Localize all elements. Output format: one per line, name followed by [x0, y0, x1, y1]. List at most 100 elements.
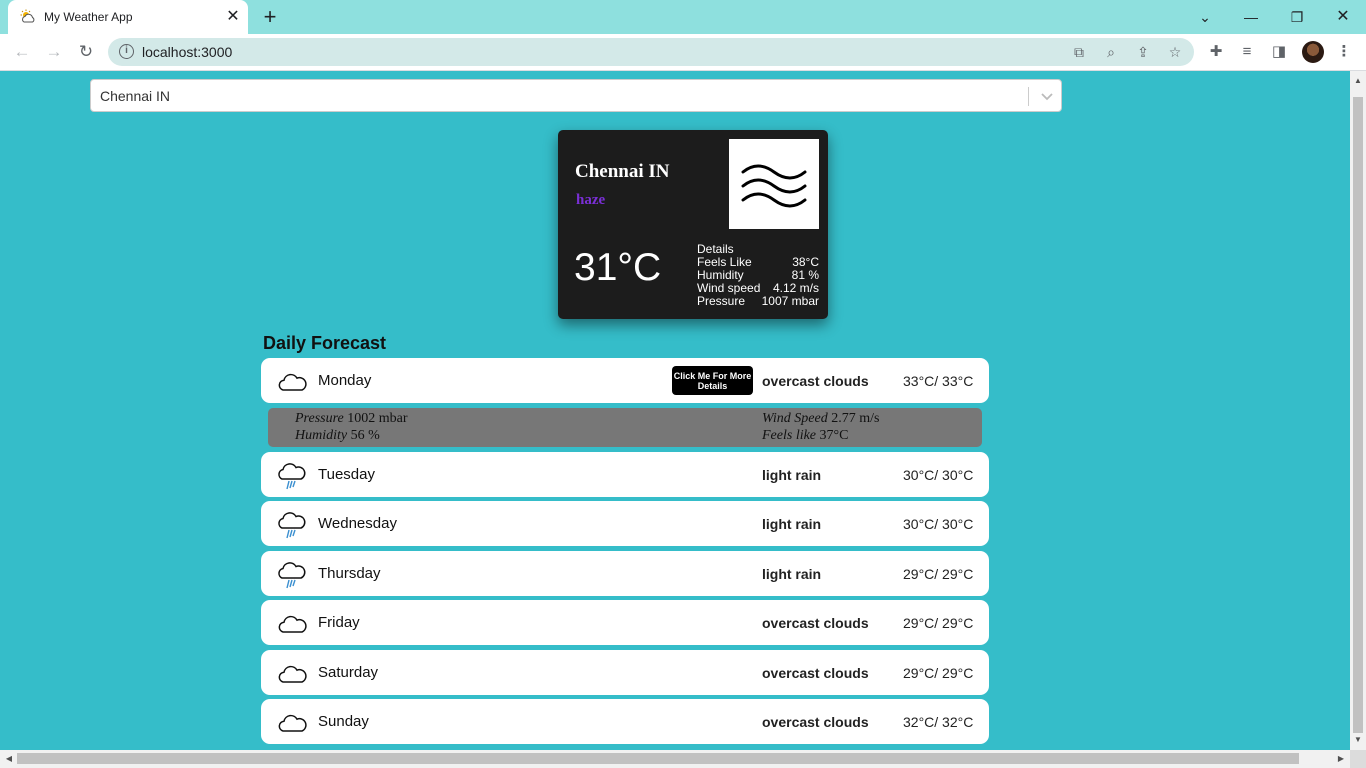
forecast-day-row[interactable]: Thursday light rain 29°C/ 29°C: [261, 551, 989, 596]
pressure-label: Pressure: [295, 411, 344, 426]
forecast-day-row[interactable]: Friday overcast clouds 29°C/ 29°C: [261, 600, 989, 645]
day-name: Thursday: [318, 565, 381, 582]
pressure-detail: Pressure 1002 mbar: [295, 411, 408, 427]
tab-strip: My Weather App ✕ + ⌄ — ❐ ✕: [0, 0, 1366, 34]
new-tab-button[interactable]: +: [258, 5, 282, 29]
day-description: overcast clouds: [762, 665, 869, 681]
day-name: Sunday: [318, 713, 369, 730]
horizontal-scroll-thumb[interactable]: [17, 753, 1299, 764]
daily-forecast-title: Daily Forecast: [263, 333, 387, 353]
share-icon[interactable]: ⇪: [1133, 42, 1153, 62]
day-temperature: 29°C/ 29°C: [903, 615, 974, 631]
haze-icon: [741, 164, 807, 208]
page-viewport: Chennai IN Chennai IN haze 31°C Details …: [0, 71, 1350, 750]
url-text[interactable]: localhost:3000: [142, 44, 232, 60]
day-temperature: 33°C/ 33°C: [903, 373, 974, 389]
menu-icon[interactable]: ⋮: [1334, 42, 1354, 62]
forward-button[interactable]: →: [42, 40, 66, 64]
city-select-value[interactable]: Chennai IN: [100, 88, 170, 104]
zoom-icon[interactable]: ⌕: [1101, 42, 1121, 62]
media-control-icon[interactable]: ≡: [1237, 42, 1257, 62]
forecast-day-row[interactable]: Monday Click Me For More Details overcas…: [261, 358, 989, 403]
scroll-left-arrow-icon[interactable]: ◀: [1, 751, 17, 767]
browser-toolbar: ← → ↻ i localhost:3000 ⧉ ⌕ ⇪ ☆ ✚ ≡ ◨ ⋮: [0, 34, 1366, 71]
profile-avatar[interactable]: [1302, 41, 1324, 63]
feels-like-value: 37°C: [819, 428, 849, 443]
wind-speed-value: 2.77 m/s: [831, 411, 880, 426]
back-button[interactable]: ←: [10, 40, 34, 64]
close-window-button[interactable]: ✕: [1331, 5, 1355, 29]
day-name: Saturday: [318, 664, 379, 681]
cloud-icon: [278, 615, 307, 633]
minimize-button[interactable]: —: [1239, 5, 1263, 29]
rain-icon: [278, 562, 306, 589]
current-city: Chennai IN: [575, 161, 670, 182]
expanded-details-panel: Pressure 1002 mbar Humidity 56 % Wind Sp…: [268, 408, 982, 447]
pressure-value: 1002 mbar: [347, 411, 408, 426]
rain-icon: [278, 463, 306, 490]
day-name: Wednesday: [318, 515, 397, 532]
day-description: overcast clouds: [762, 373, 869, 389]
side-panel-icon[interactable]: ◨: [1269, 42, 1289, 62]
day-description: light rain: [762, 516, 822, 532]
humidity-detail: Humidity 56 %: [295, 428, 380, 444]
feels-like-detail: Feels like 37°C: [762, 428, 848, 444]
forecast-day-row[interactable]: Saturday overcast clouds 29°C/ 29°C: [261, 650, 989, 695]
tab-close-icon[interactable]: ✕: [224, 8, 242, 26]
day-description: light rain: [762, 566, 822, 582]
details-panel: Details Feels Like 38°C Humidity 81 % Wi…: [697, 243, 819, 308]
more-details-button[interactable]: Click Me For More Details: [672, 366, 753, 395]
tab-title: My Weather App: [44, 10, 133, 24]
weather-favicon-icon: [20, 9, 35, 23]
day-temperature: 32°C/ 32°C: [903, 714, 974, 730]
chevron-down-icon[interactable]: [1037, 86, 1057, 106]
humidity-label: Humidity: [295, 428, 348, 443]
detail-label: Pressure: [697, 294, 746, 308]
tab-search-icon[interactable]: ⌄: [1193, 5, 1217, 29]
detail-value: 1007 mbar: [761, 294, 819, 308]
scroll-down-arrow-icon[interactable]: ▼: [1350, 732, 1366, 748]
day-temperature: 29°C/ 29°C: [903, 665, 974, 681]
vertical-scroll-thumb[interactable]: [1353, 97, 1363, 733]
day-description: overcast clouds: [762, 714, 869, 730]
detail-row-pressure: Pressure 1007 mbar: [697, 295, 819, 308]
restore-button[interactable]: ❐: [1285, 5, 1309, 29]
day-description: light rain: [762, 467, 822, 483]
current-weather-card: Chennai IN haze 31°C Details Feels Like …: [558, 130, 828, 319]
browser-tab[interactable]: My Weather App ✕: [8, 0, 248, 34]
rain-icon: [278, 512, 306, 539]
forecast-day-row[interactable]: Sunday overcast clouds 32°C/ 32°C: [261, 699, 989, 744]
address-bar[interactable]: i localhost:3000 ⧉ ⌕ ⇪ ☆: [108, 38, 1194, 66]
forecast-day-row[interactable]: Wednesday light rain 30°C/ 30°C: [261, 501, 989, 546]
open-in-app-icon[interactable]: ⧉: [1069, 42, 1089, 62]
day-description: overcast clouds: [762, 615, 869, 631]
select-separator: [1028, 87, 1029, 106]
current-description: haze: [576, 192, 606, 208]
scroll-up-arrow-icon[interactable]: ▲: [1350, 73, 1366, 89]
scroll-right-arrow-icon[interactable]: ▶: [1333, 751, 1349, 767]
city-search-select[interactable]: Chennai IN: [90, 79, 1062, 112]
scroll-corner: [1350, 750, 1366, 768]
day-name: Friday: [318, 614, 360, 631]
day-temperature: 29°C/ 29°C: [903, 566, 974, 582]
cloud-icon: [278, 714, 307, 732]
cloud-icon: [278, 665, 307, 683]
day-temperature: 30°C/ 30°C: [903, 516, 974, 532]
cloud-icon: [278, 373, 307, 391]
extensions-icon[interactable]: ✚: [1206, 42, 1226, 62]
current-temperature: 31°C: [574, 246, 662, 289]
wind-speed-detail: Wind Speed 2.77 m/s: [762, 411, 879, 427]
feels-like-label: Feels like: [762, 428, 817, 443]
horizontal-scrollbar[interactable]: ◀ ▶: [0, 750, 1350, 768]
day-name: Monday: [318, 372, 372, 389]
reload-button[interactable]: ↻: [74, 40, 98, 64]
site-info-icon[interactable]: i: [119, 44, 134, 59]
day-temperature: 30°C/ 30°C: [903, 467, 974, 483]
bookmark-star-icon[interactable]: ☆: [1165, 42, 1185, 62]
wind-speed-label: Wind Speed: [762, 411, 828, 426]
forecast-day-row[interactable]: Tuesday light rain 30°C/ 30°C: [261, 452, 989, 497]
weather-icon-box: [729, 139, 819, 229]
humidity-value: 56 %: [350, 428, 380, 443]
vertical-scrollbar[interactable]: ▲ ▼: [1350, 71, 1366, 750]
day-name: Tuesday: [318, 466, 375, 483]
